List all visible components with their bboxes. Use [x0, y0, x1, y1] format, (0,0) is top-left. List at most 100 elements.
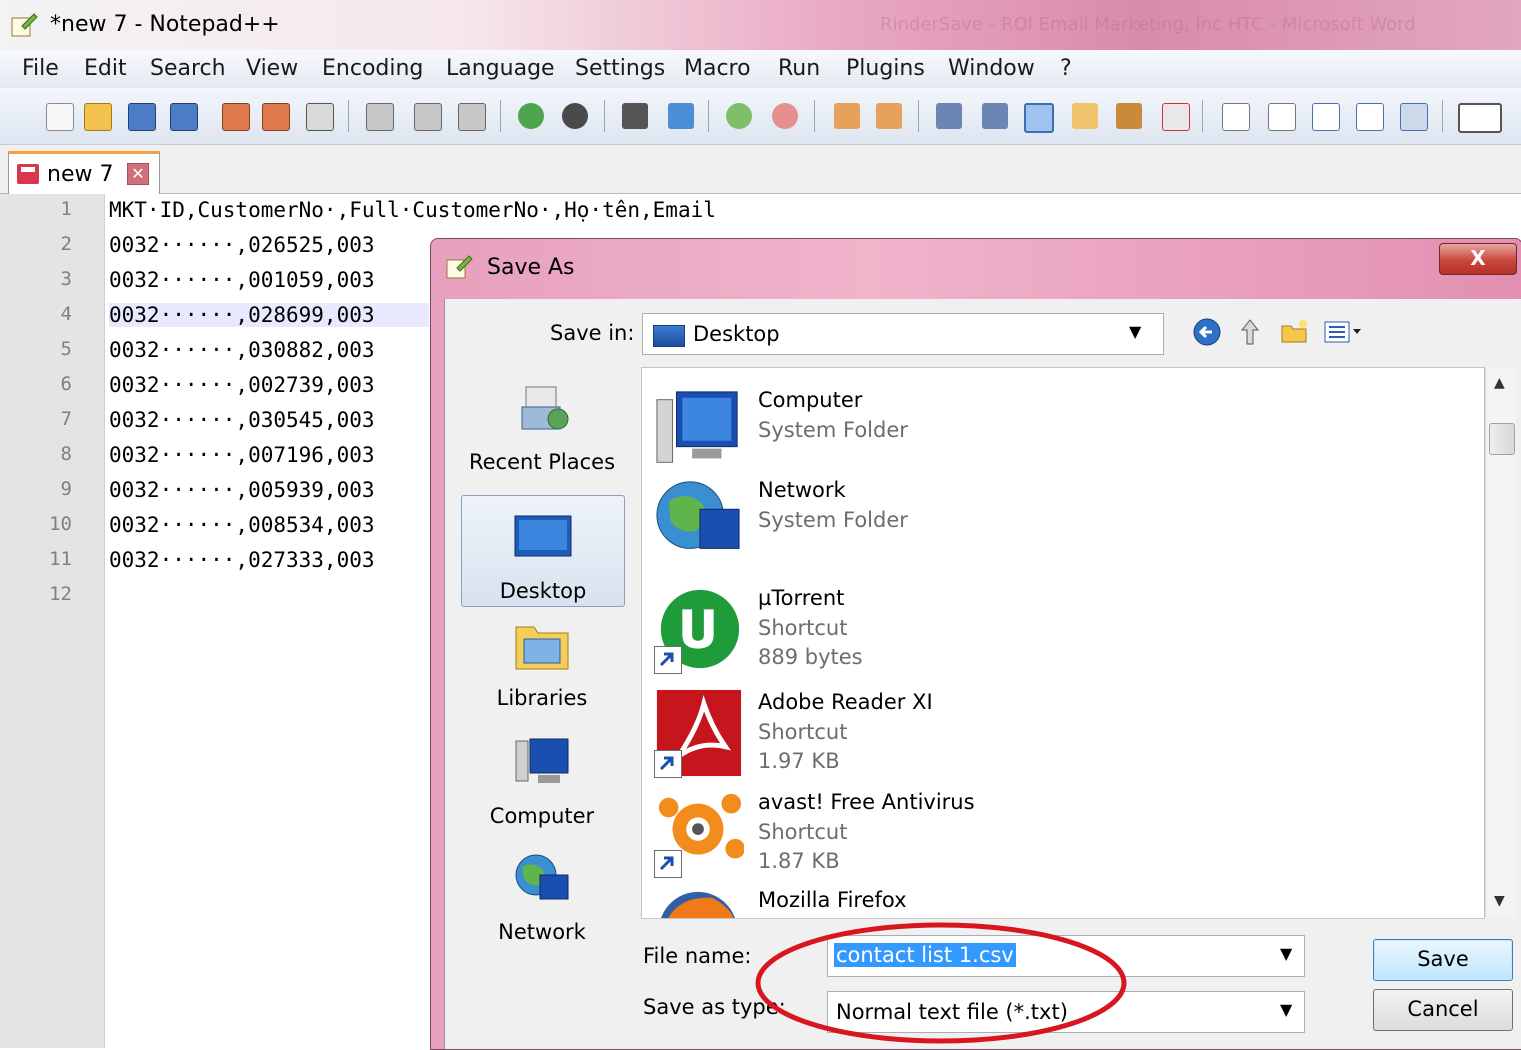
file-name: avast! Free Antivirus: [758, 790, 975, 814]
save-as-dialog: Save As X Save in: Desktop ▼ Recent Plac…: [430, 238, 1521, 1050]
save-in-dropdown[interactable]: Desktop ▼: [642, 313, 1164, 355]
view-menu-icon[interactable]: [1323, 317, 1365, 347]
file-type: Shortcut: [758, 616, 848, 640]
toolbar-separator: [604, 100, 605, 132]
line-number: 8: [60, 443, 72, 465]
line-number: 5: [60, 338, 72, 360]
menu-window[interactable]: Window: [948, 56, 1035, 81]
cut-icon[interactable]: [366, 103, 394, 131]
menu-language[interactable]: Language: [446, 56, 555, 81]
file-list[interactable]: Computer System Folder Network System Folde…: [641, 367, 1485, 919]
place-label: Network: [498, 920, 586, 944]
word-wrap-icon[interactable]: [936, 103, 962, 129]
save-as-type-dropdown[interactable]: Normal text file (*.txt) ▼: [827, 991, 1305, 1033]
run-macro-multiple-icon[interactable]: [1356, 103, 1384, 131]
redo-icon[interactable]: [562, 103, 588, 129]
menu-macro[interactable]: Macro: [684, 56, 751, 81]
notepad-plus-plus-icon: [11, 13, 38, 37]
back-icon[interactable]: [1192, 317, 1222, 347]
file-list-scrollbar[interactable]: ▲ ▼: [1485, 367, 1516, 917]
play-macro-icon[interactable]: [1312, 103, 1340, 131]
save-button[interactable]: Save: [1373, 939, 1513, 981]
show-all-chars-icon[interactable]: [982, 103, 1008, 129]
file-item[interactable]: Computer System Folder: [652, 382, 1472, 478]
menu-file[interactable]: File: [22, 56, 59, 81]
place-network[interactable]: Network: [461, 851, 623, 951]
chevron-down-icon[interactable]: ▼: [1280, 944, 1292, 963]
line-number: 11: [49, 548, 72, 570]
menu-plugins[interactable]: Plugins: [846, 56, 925, 81]
open-file-icon[interactable]: [84, 103, 112, 131]
tab-bar: new 7 ✕: [0, 145, 1521, 194]
toolbar-separator: [814, 100, 815, 132]
up-folder-icon[interactable]: [1235, 317, 1265, 347]
code-line: 0032······,028699,003: [109, 303, 429, 327]
file-name-value: contact list 1.csv: [834, 943, 1016, 967]
menu-edit[interactable]: Edit: [84, 56, 127, 81]
place-libraries[interactable]: Libraries: [461, 617, 623, 717]
notepad-plus-plus-icon: [446, 255, 473, 279]
menu-run[interactable]: Run: [778, 56, 820, 81]
spell-check-icon[interactable]: [1458, 103, 1502, 133]
place-desktop[interactable]: Desktop: [461, 495, 625, 607]
menu-help[interactable]: ?: [1060, 56, 1072, 81]
file-item[interactable]: Mozilla Firefox: [652, 882, 1472, 918]
scroll-up-icon[interactable]: ▲: [1494, 375, 1505, 391]
scroll-thumb[interactable]: [1489, 423, 1515, 455]
toolbar-separator: [500, 100, 501, 132]
save-macro-icon[interactable]: [1400, 103, 1428, 131]
line-number: 2: [60, 233, 72, 255]
record-macro-icon[interactable]: [1222, 103, 1250, 131]
zoom-out-icon[interactable]: [772, 103, 798, 129]
undo-icon[interactable]: [518, 103, 544, 129]
zoom-in-icon[interactable]: [726, 103, 752, 129]
place-recent-places[interactable]: Recent Places: [461, 381, 623, 481]
sync-horizontal-icon[interactable]: [876, 103, 902, 129]
libraries-icon: [515, 626, 569, 670]
save-icon[interactable]: [128, 103, 156, 131]
shortcut-arrow-icon: [654, 750, 682, 778]
place-label: Computer: [489, 804, 595, 828]
line-number: 10: [49, 513, 72, 535]
copy-icon[interactable]: [414, 103, 442, 131]
doc-map-icon[interactable]: [1116, 103, 1142, 129]
tab-close-icon[interactable]: ✕: [127, 163, 149, 185]
paste-icon[interactable]: [458, 103, 486, 131]
background-window-title: RinderSave - ROI Email Marketing, Inc HT…: [880, 14, 1416, 35]
computer-icon: [656, 391, 738, 463]
print-icon[interactable]: [306, 103, 334, 131]
file-item[interactable]: Adobe Reader XI Shortcut 1.97 KB: [652, 684, 1472, 780]
window-titlebar: *new 7 - Notepad++ RinderSave - ROI Emai…: [0, 0, 1521, 51]
scroll-down-icon[interactable]: ▼: [1494, 893, 1505, 909]
menu-encoding[interactable]: Encoding: [322, 56, 423, 81]
menu-settings[interactable]: Settings: [575, 56, 665, 81]
window-title: *new 7 - Notepad++: [50, 12, 280, 37]
line-number: 3: [60, 268, 72, 290]
sync-vertical-icon[interactable]: [834, 103, 860, 129]
save-in-value: Desktop: [693, 322, 780, 346]
dialog-title: Save As: [487, 255, 575, 280]
stop-macro-icon[interactable]: [1268, 103, 1296, 131]
file-item[interactable]: avast! Free Antivirus Shortcut 1.87 KB: [652, 784, 1472, 880]
new-file-icon[interactable]: [46, 103, 74, 131]
close-file-icon[interactable]: [222, 103, 250, 131]
indent-guide-icon[interactable]: [1024, 103, 1054, 133]
save-all-icon[interactable]: [170, 103, 198, 131]
udl-icon[interactable]: [1072, 103, 1098, 129]
close-all-icon[interactable]: [262, 103, 290, 131]
menu-search[interactable]: Search: [150, 56, 226, 81]
unsaved-file-icon: [17, 164, 39, 184]
file-name-input[interactable]: contact list 1.csv ▼: [827, 935, 1305, 977]
file-item[interactable]: Network System Folder: [652, 472, 1472, 568]
place-computer[interactable]: Computer: [461, 735, 623, 835]
tab-new7[interactable]: new 7 ✕: [8, 151, 160, 194]
dialog-close-button[interactable]: X: [1439, 243, 1517, 275]
cancel-button[interactable]: Cancel: [1373, 989, 1513, 1031]
replace-icon[interactable]: [668, 103, 694, 129]
find-icon[interactable]: [622, 103, 648, 129]
menu-view[interactable]: View: [246, 56, 298, 81]
function-list-icon[interactable]: [1162, 103, 1190, 131]
file-item[interactable]: µTorrent Shortcut 889 bytes: [652, 580, 1472, 676]
new-folder-icon[interactable]: [1279, 317, 1309, 347]
file-name: Network: [758, 478, 846, 502]
